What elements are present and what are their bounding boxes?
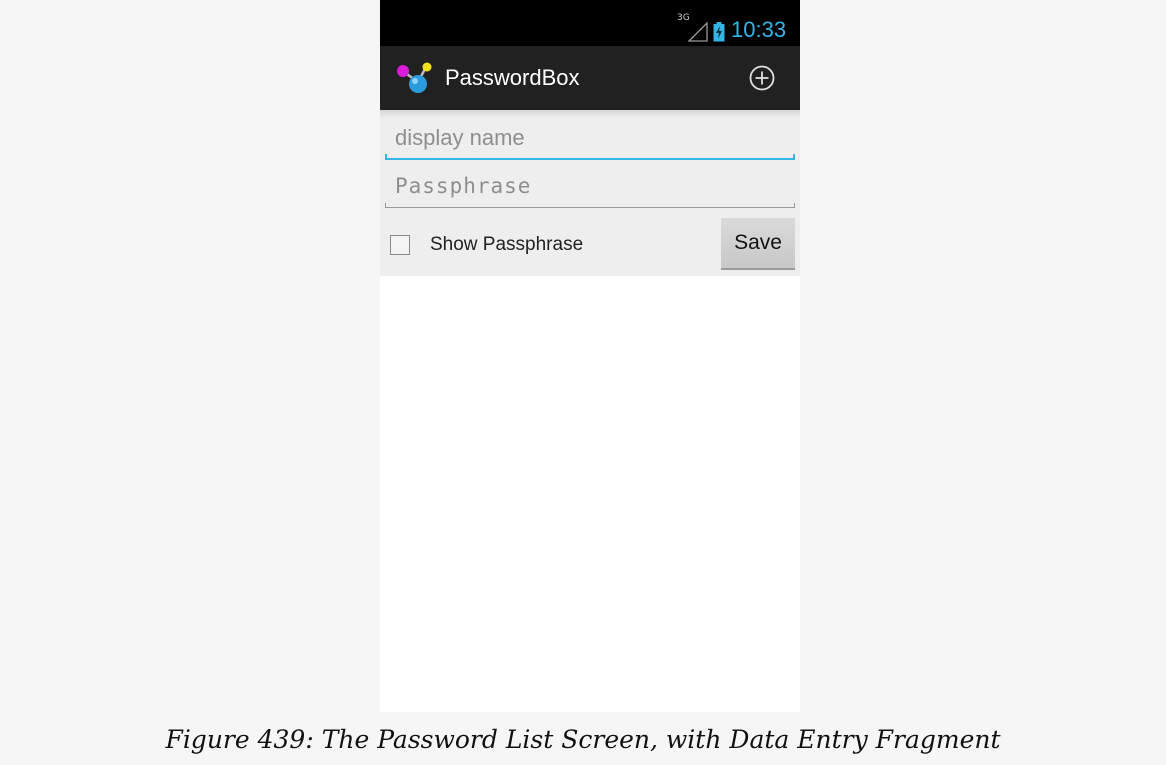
action-bar-shadow <box>380 110 800 118</box>
save-button[interactable]: Save <box>721 218 795 270</box>
status-bar: 3G 10:33 <box>380 0 800 46</box>
display-name-underline <box>385 158 795 160</box>
display-name-underline-tick-right <box>793 154 795 160</box>
phone-screen: 3G 10:33 PasswordBox display name Show P… <box>380 0 800 712</box>
show-passphrase-checkbox[interactable] <box>390 235 410 255</box>
display-name-underline-tick-left <box>385 154 387 160</box>
passphrase-field-wrapper <box>385 166 795 208</box>
passphrase-underline-tick-right <box>794 203 795 208</box>
passphrase-underline-tick-left <box>385 203 386 208</box>
page: 3G 10:33 PasswordBox display name Show P… <box>0 0 1166 765</box>
action-bar: PasswordBox <box>380 46 800 110</box>
display-name-field-wrapper <box>385 118 795 160</box>
data-entry-form: Show Passphrase Save <box>380 110 800 276</box>
display-name-field[interactable] <box>385 118 795 158</box>
passphrase-underline <box>385 207 795 208</box>
passphrase-field[interactable] <box>385 166 795 206</box>
add-icon[interactable] <box>742 58 782 98</box>
signal-icon <box>688 22 708 42</box>
clock: 10:33 <box>731 17 787 42</box>
battery-charging-icon <box>713 22 725 42</box>
app-logo-icon <box>397 62 432 93</box>
show-passphrase-label[interactable]: Show Passphrase <box>430 232 583 258</box>
figure-caption: Figure 439: The Password List Screen, wi… <box>165 725 1001 754</box>
app-title: PasswordBox <box>445 65 580 90</box>
